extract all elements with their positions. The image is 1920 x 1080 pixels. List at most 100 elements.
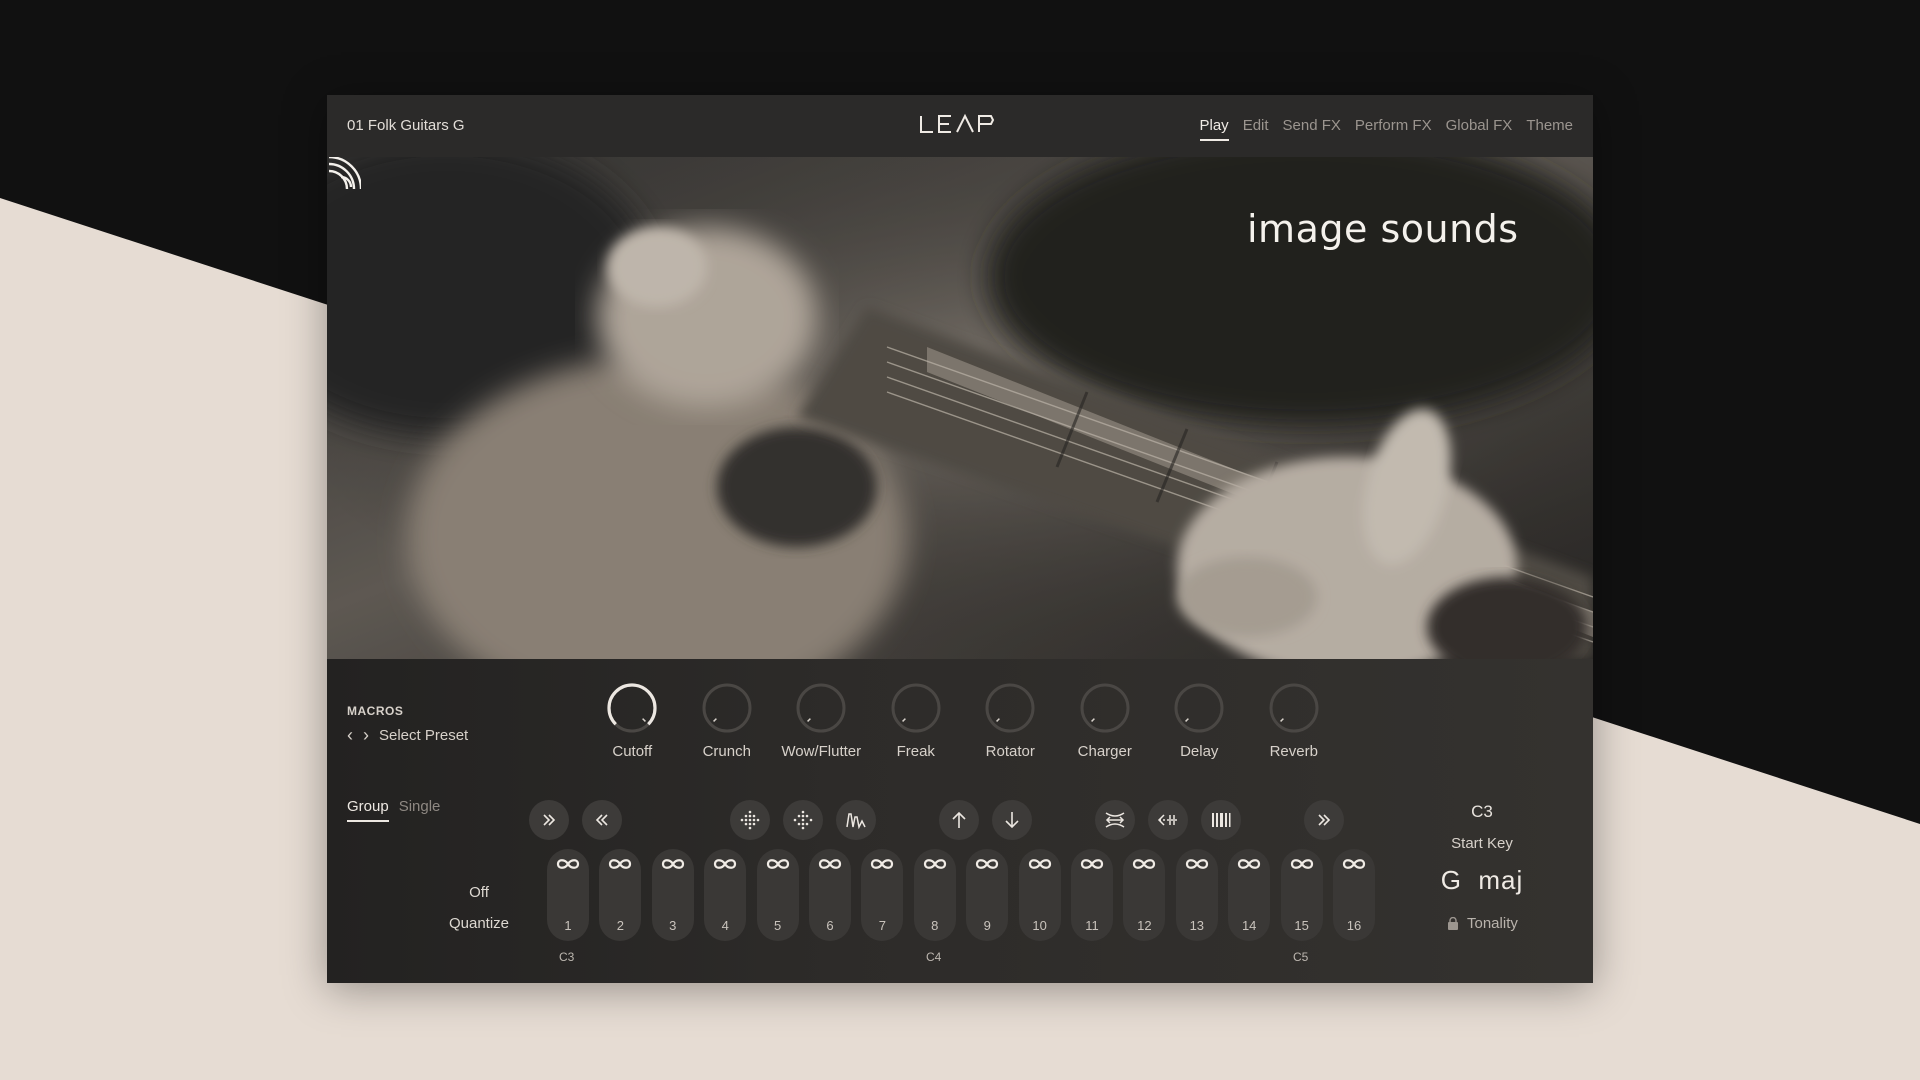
pad-number: 12 (1137, 918, 1152, 933)
knob-label: Reverb (1269, 743, 1318, 760)
arrow-up-icon (952, 811, 966, 828)
infinity-loop-icon (1281, 857, 1323, 876)
macro-knob-wow-flutter[interactable]: Wow/Flutter (774, 681, 869, 760)
knob-label: Charger (1077, 743, 1132, 760)
tab-perform-fx[interactable]: Perform FX (1355, 117, 1432, 141)
chevron-left-icon[interactable]: ‹ (347, 725, 353, 746)
tonality-label: Tonality (1467, 915, 1518, 932)
start-key-value[interactable]: C3 (1445, 802, 1519, 822)
infinity-loop-icon (1176, 857, 1218, 876)
macro-knobs: Cutoff Crunch Wow/Flutter Freak Rotator Charg… (585, 681, 1341, 760)
knob-dial-icon[interactable] (1078, 681, 1132, 735)
preset-name[interactable]: 01 Folk Guitars G (347, 117, 465, 134)
knob-dial-icon[interactable] (794, 681, 848, 735)
pad-number: 7 (878, 918, 886, 933)
knob-label: Freak (896, 743, 935, 760)
diamond-dots-alt-icon (793, 810, 813, 830)
tonality-value[interactable]: G maj (1427, 865, 1537, 896)
octave-label-c5: C5 (1293, 950, 1309, 964)
infinity-loop-icon (861, 857, 903, 876)
knob-dial-icon[interactable] (1172, 681, 1226, 735)
knob-label: Delay (1180, 743, 1219, 760)
performance-panel: MACROS ‹ › Select Preset Cutoff Crunch Wow… (327, 659, 1593, 983)
pad-15[interactable]: 15 (1280, 849, 1323, 941)
pad-6[interactable]: 6 (809, 849, 851, 941)
stutter-icon (1157, 814, 1177, 826)
instrument-photo: image sounds (327, 157, 1593, 659)
pad-16[interactable]: 16 (1333, 849, 1375, 941)
rewind-button[interactable] (582, 800, 622, 840)
pad-1[interactable]: 1 (547, 849, 589, 941)
macro-knob-reverb[interactable]: Reverb (1247, 681, 1342, 760)
pad-11[interactable]: 11 (1071, 849, 1113, 941)
knob-dial-icon[interactable] (1267, 681, 1321, 735)
pad-7[interactable]: 7 (861, 849, 904, 941)
chevron-right-icon[interactable]: › (363, 725, 369, 746)
diamond-dots-alt-button[interactable] (783, 800, 823, 840)
arrow-down-button[interactable] (992, 800, 1032, 840)
tab-edit[interactable]: Edit (1243, 117, 1269, 141)
macro-knob-freak[interactable]: Freak (869, 681, 964, 760)
pad-number: 11 (1085, 918, 1099, 933)
pad-9[interactable]: 9 (966, 849, 1009, 941)
fx-button-row (327, 800, 1593, 840)
infinity-loop-icon (914, 857, 956, 876)
pad-number: 6 (826, 918, 834, 933)
pad-number: 16 (1346, 918, 1362, 933)
pad-number: 2 (616, 918, 624, 933)
leap-plugin-window: 01 Folk Guitars G Play Edit Send FX Perform… (327, 95, 1593, 983)
pad-14[interactable]: 14 (1228, 849, 1271, 941)
tonality-row: Tonality (1447, 915, 1518, 932)
macro-knob-rotator[interactable]: Rotator (963, 681, 1058, 760)
tab-play[interactable]: Play (1199, 117, 1229, 141)
macro-knob-delay[interactable]: Delay (1152, 681, 1247, 760)
macro-knob-crunch[interactable]: Crunch (680, 681, 775, 760)
quantize-label: Quantize (448, 915, 510, 932)
tab-global-fx[interactable]: Global FX (1446, 117, 1513, 141)
select-preset-label[interactable]: Select Preset (379, 727, 468, 744)
pad-3[interactable]: 3 (651, 849, 694, 941)
infinity-loop-icon (1071, 857, 1113, 876)
pad-number: 3 (669, 918, 677, 933)
start-key-label: Start Key (1451, 835, 1513, 852)
pad-number: 5 (773, 918, 782, 933)
diamond-dots-button[interactable] (730, 800, 770, 840)
stretch-button[interactable] (1095, 800, 1135, 840)
knob-label: Wow/Flutter (781, 743, 862, 760)
pad-10[interactable]: 10 (1018, 849, 1061, 941)
infinity-loop-icon (1123, 857, 1165, 876)
tab-send-fx[interactable]: Send FX (1283, 117, 1341, 141)
pad-4[interactable]: 4 (704, 849, 747, 941)
knob-dial-icon[interactable] (889, 681, 943, 735)
knob-dial-icon[interactable] (983, 681, 1037, 735)
pad-12[interactable]: 12 (1123, 849, 1166, 941)
arrow-up-button[interactable] (939, 800, 979, 840)
pad-5[interactable]: 5 (756, 849, 799, 941)
lock-icon[interactable] (1447, 917, 1459, 930)
macro-preset-selector[interactable]: ‹ › Select Preset (347, 725, 468, 746)
fast-forward-button[interactable] (529, 800, 569, 840)
macro-knob-cutoff[interactable]: Cutoff (585, 681, 680, 760)
waveform-button[interactable] (836, 800, 876, 840)
diamond-dots-icon (740, 810, 760, 830)
pad-13[interactable]: 13 (1175, 849, 1218, 941)
infinity-loop-icon (809, 857, 851, 876)
sound-waves-icon (328, 157, 361, 190)
pad-number: 13 (1189, 918, 1205, 933)
knob-dial-icon[interactable] (605, 681, 659, 735)
infinity-loop-icon (757, 857, 799, 876)
knob-label: Cutoff (612, 743, 653, 760)
quantize-value[interactable]: Off (447, 884, 511, 901)
stutter-button[interactable] (1148, 800, 1188, 840)
pad-number: 10 (1032, 918, 1047, 933)
bars-button[interactable] (1201, 800, 1241, 840)
pad-8[interactable]: 8 (913, 849, 956, 941)
tab-theme[interactable]: Theme (1526, 117, 1573, 141)
knob-label: Rotator (985, 743, 1035, 760)
fast-forward-icon (543, 814, 556, 826)
knob-dial-icon[interactable] (700, 681, 754, 735)
waveform-icon (846, 813, 866, 829)
forward-double-button[interactable] (1304, 800, 1344, 840)
macro-knob-charger[interactable]: Charger (1058, 681, 1153, 760)
pad-2[interactable]: 2 (599, 849, 642, 941)
